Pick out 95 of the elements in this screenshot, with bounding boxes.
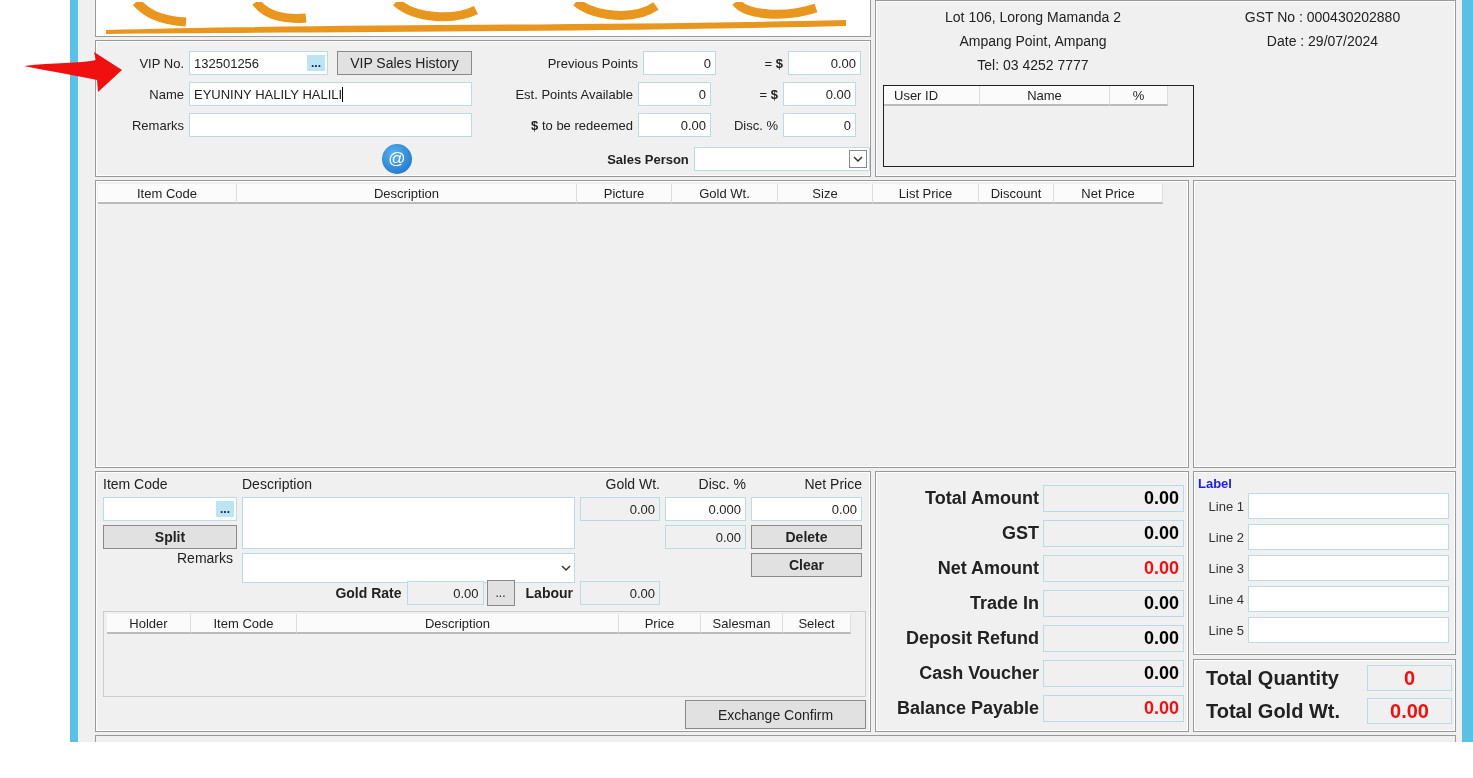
info-line: GST No : 000430202880 (1244, 9, 1401, 25)
discount-field[interactable]: 0 (783, 113, 856, 137)
column-header: Discount (979, 184, 1054, 205)
total-label: GST (1002, 522, 1039, 544)
column-label: Disc. % (697, 476, 746, 494)
column-header: Net Price (1054, 184, 1163, 205)
column-header: User ID (884, 86, 980, 106)
summary-value-field: 0.00 (1367, 698, 1452, 725)
clear-button[interactable]: Clear (751, 553, 862, 578)
pointer-arrow-icon (24, 52, 124, 92)
column-header: Salesman (701, 614, 783, 635)
vip-sales-history-button[interactable]: VIP Sales History (337, 51, 472, 75)
summary-label: Total Gold Wt. (1206, 699, 1341, 723)
field-label: Gold Rate (335, 585, 402, 602)
column-label: Net Price (803, 476, 862, 494)
chevron-down-icon (849, 150, 867, 168)
lookup-button[interactable]: ... (486, 580, 515, 607)
column-header: List Price (873, 184, 979, 205)
lookup-button[interactable]: ... (307, 55, 325, 71)
total-label: Deposit Refund (906, 627, 1039, 649)
label-line-field[interactable] (1248, 586, 1449, 613)
total-label: Cash Voucher (919, 662, 1039, 684)
points-field[interactable]: 0 (638, 82, 711, 106)
remarks-field[interactable] (189, 113, 472, 137)
column-header: Size (778, 184, 873, 205)
column-label: Gold Wt. (604, 476, 660, 494)
delete-button[interactable]: Delete (751, 525, 862, 550)
field-label: = $ (758, 86, 778, 102)
split-button[interactable]: Split (103, 525, 237, 550)
field-label: Line 5 (1207, 622, 1244, 638)
name-field[interactable]: EYUNINY HALILY HALILI (189, 82, 472, 106)
points-field[interactable]: 0 (643, 51, 716, 75)
field-label: Est. Points Available (514, 86, 633, 102)
sales-person-dropdown[interactable] (693, 147, 870, 171)
field-label: Previous Points (546, 55, 638, 71)
field-label: VIP No. (138, 55, 184, 71)
field-label: Name (148, 86, 184, 102)
column-header: Name (980, 86, 1110, 106)
amount-field[interactable]: 0.00 (783, 82, 856, 106)
column-header: % (1110, 86, 1168, 106)
field-label: Labour (525, 585, 573, 602)
total-value-field: 0.00 (1043, 589, 1184, 617)
description-field[interactable] (242, 497, 575, 550)
label-section-title: Label (1198, 476, 1233, 492)
discount-percent-field[interactable]: 0.000 (665, 497, 746, 522)
total-label: Trade In (969, 592, 1039, 614)
field-label: Remarks (131, 117, 184, 133)
address-line: Tel: 03 4252 7777 (977, 57, 1089, 73)
field-label: Remarks (176, 550, 234, 569)
summary-label: Total Quantity (1206, 666, 1339, 690)
net-price-field[interactable]: 0.00 (751, 497, 862, 522)
label-line-field[interactable] (1248, 524, 1449, 551)
total-value-field: 0.00 (1043, 659, 1184, 687)
field-label: Line 2 (1207, 529, 1244, 545)
column-header: Price (619, 614, 701, 635)
info-line: Date : 29/07/2024 (1266, 33, 1379, 49)
chevron-down-icon (560, 563, 572, 574)
field-label: Line 4 (1207, 591, 1244, 607)
field-label: Disc. % (732, 117, 778, 133)
address-line: Lot 106, Lorong Mamanda 2 (945, 9, 1121, 25)
amount-field[interactable]: 0.00 (788, 51, 861, 75)
column-header: Gold Wt. (672, 184, 778, 205)
label-line-field[interactable] (1248, 555, 1449, 582)
total-label: Balance Payable (896, 697, 1039, 719)
label-line-field[interactable] (1248, 493, 1449, 520)
field-label: Line 3 (1207, 560, 1244, 576)
item-code-field[interactable]: ... (103, 497, 237, 522)
column-label: Item Code (103, 476, 169, 494)
total-value-field: 0.00 (1043, 554, 1184, 582)
column-header: Description (297, 614, 619, 635)
vip-number-field[interactable]: 132501256 ... (189, 51, 328, 75)
total-value-field: 0.00 (1043, 694, 1184, 722)
column-header: Item Code (98, 184, 237, 205)
summary-value-field: 0 (1367, 665, 1452, 692)
label-line-field[interactable] (1248, 617, 1449, 644)
total-label: Total Amount (925, 487, 1039, 509)
field-label: Line 1 (1207, 498, 1244, 514)
total-value-field: 0.00 (1043, 519, 1184, 547)
redeem-field[interactable]: 0.00 (638, 113, 711, 137)
column-header: Item Code (191, 614, 297, 635)
lookup-button[interactable]: ... (216, 501, 234, 518)
column-header: Description (237, 184, 577, 205)
field-label: $ to be redeemed (530, 117, 633, 133)
address-line: Ampang Point, Ampang (959, 33, 1107, 49)
exchange-confirm-button[interactable]: Exchange Confirm (685, 700, 866, 730)
column-header: Picture (577, 184, 672, 205)
total-value-field: 0.00 (1043, 484, 1184, 512)
column-label: Description (242, 476, 314, 494)
column-header: Holder (107, 614, 191, 635)
remarks-dropdown[interactable] (242, 553, 575, 584)
field-label: = $ (763, 55, 783, 71)
field-label: Sales Person (606, 151, 689, 167)
total-value-field: 0.00 (1043, 624, 1184, 652)
total-label: Net Amount (937, 557, 1039, 579)
column-header: Select (783, 614, 851, 635)
